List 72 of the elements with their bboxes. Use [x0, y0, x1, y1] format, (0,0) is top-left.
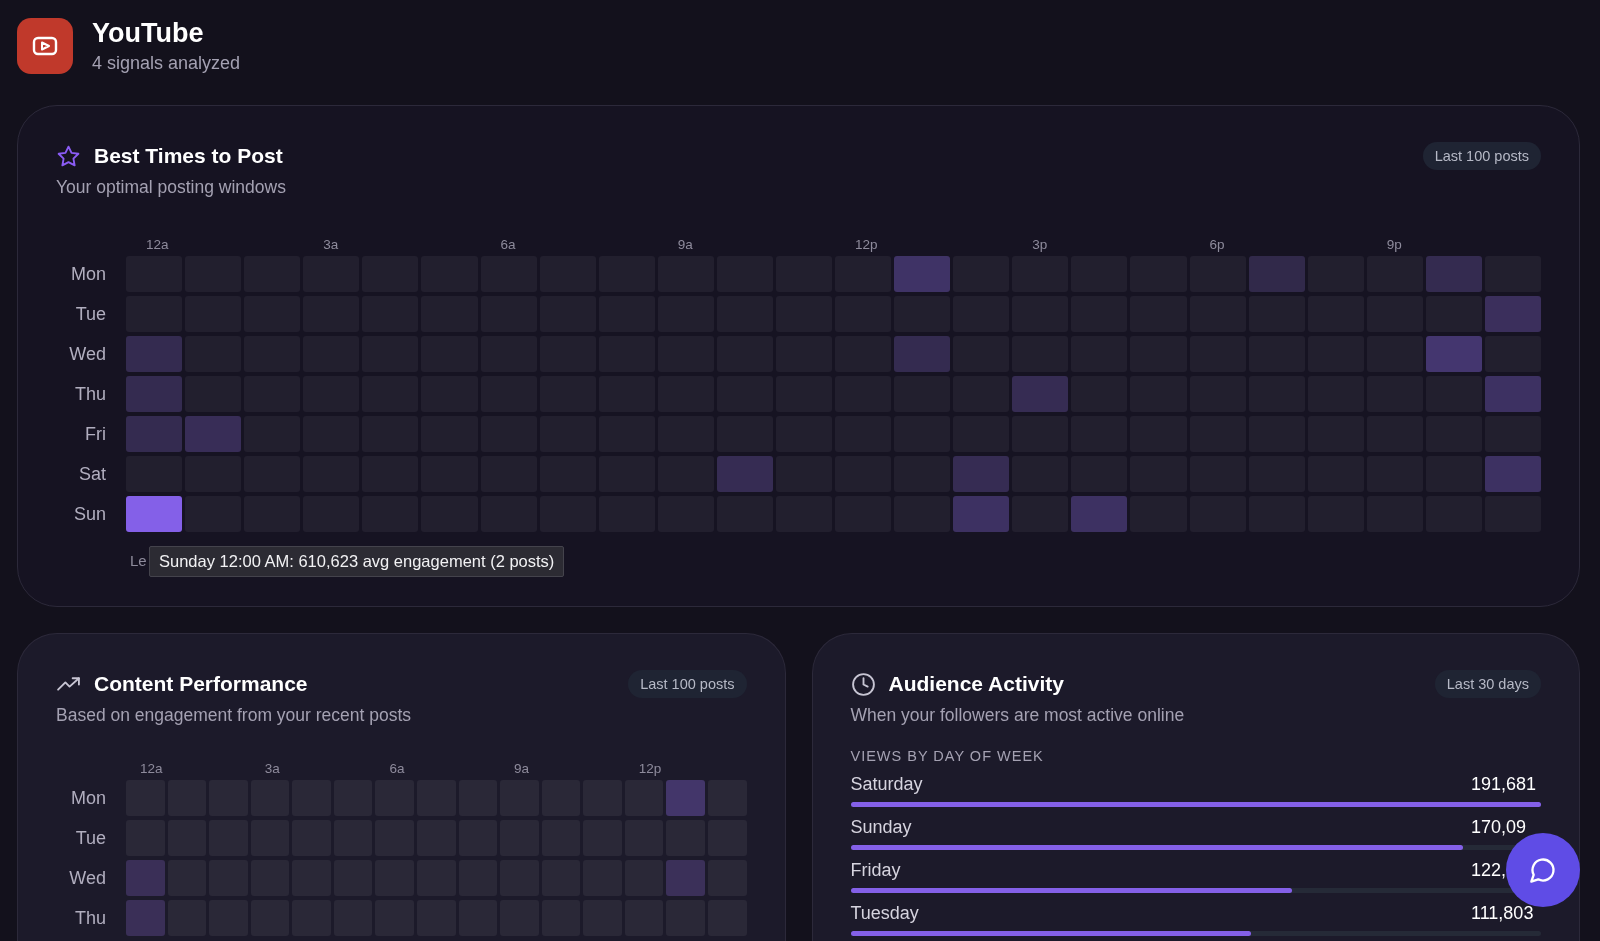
hour-label: 9p	[1385, 237, 1403, 252]
section-label: VIEWS BY DAY OF WEEK	[850, 748, 1045, 764]
card-subtitle: Based on engagement from your recent posts	[56, 705, 413, 726]
hour-label: 3p	[1031, 237, 1049, 252]
period-badge: Last 100 posts	[1422, 142, 1541, 170]
day-name: Sunday	[850, 817, 912, 838]
heatmap-cell[interactable]	[666, 780, 705, 816]
day-name: Friday	[850, 860, 901, 881]
heatmap-cell[interactable]	[126, 860, 165, 896]
clock-icon	[850, 671, 876, 697]
hour-label: 6a	[499, 237, 517, 252]
card-title: Audience Activity	[888, 672, 1064, 696]
day-label: Wed	[68, 343, 107, 365]
legend-text: Le	[130, 552, 147, 569]
view-count: 170,09	[1471, 817, 1528, 838]
hour-label: 6a	[388, 761, 406, 776]
hour-label: 12a	[139, 761, 164, 776]
day-label: Tue	[74, 827, 107, 849]
heatmap-cell[interactable]	[126, 416, 183, 452]
heatmap-cell[interactable]	[1071, 496, 1128, 532]
heatmap-cell[interactable]	[1425, 336, 1482, 372]
day-label: Sat	[78, 463, 107, 485]
heatmap-cell[interactable]	[894, 336, 951, 372]
heatmap-cell[interactable]	[716, 456, 773, 492]
day-label: Wed	[68, 867, 107, 889]
heatmap-cell[interactable]	[185, 416, 242, 452]
star-icon	[56, 143, 81, 169]
heatmap-cell[interactable]	[953, 456, 1010, 492]
heatmap-cell[interactable]	[666, 860, 705, 896]
hour-label: 12p	[637, 761, 663, 776]
heatmap-cell[interactable]	[1484, 296, 1541, 332]
heatmap-cell[interactable]	[1484, 376, 1541, 412]
card-subtitle: Your optimal posting windows	[56, 177, 287, 198]
heatmap-cell[interactable]	[1248, 256, 1305, 292]
hour-label: 9a	[513, 761, 531, 776]
day-label: Tue	[74, 303, 107, 325]
card-subtitle: When your followers are most active online	[850, 705, 1186, 726]
hour-label: 3a	[322, 237, 340, 252]
day-label: Fri	[84, 423, 107, 445]
platform-title: YouTube	[92, 17, 205, 49]
heatmap-cell[interactable]	[126, 336, 183, 372]
view-count: 191,681	[1471, 774, 1538, 795]
day-label: Mon	[70, 263, 107, 285]
day-label: Sun	[73, 503, 107, 525]
platform-subtitle: 4 signals analyzed	[92, 52, 241, 75]
day-name: Saturday	[850, 774, 923, 795]
day-name: Tuesday	[850, 903, 919, 924]
tooltip: Sunday 12:00 AM: 610,623 avg engagement (2 posts)	[149, 546, 565, 577]
period-badge: Last 100 posts	[628, 670, 747, 698]
view-count: 111,803	[1471, 903, 1535, 924]
heatmap-cell[interactable]	[894, 256, 951, 292]
hour-label: 3a	[263, 761, 281, 776]
period-badge: Last 30 days	[1434, 670, 1541, 698]
heatmap-cell[interactable]	[126, 900, 165, 936]
day-label: Mon	[70, 787, 107, 809]
heatmap-cell[interactable]	[1425, 256, 1482, 292]
hour-label: 6p	[1208, 237, 1226, 252]
heatmap-cell[interactable]	[1484, 456, 1541, 492]
view-count: 122,	[1471, 860, 1508, 881]
hour-label: 12p	[854, 237, 879, 252]
heatmap-cell[interactable]	[1012, 376, 1069, 412]
day-label: Thu	[74, 383, 107, 405]
heatmap-cell[interactable]	[126, 496, 183, 532]
card-title: Best Times to Post	[94, 144, 283, 168]
heatmap-cell[interactable]	[126, 376, 183, 412]
day-label: Thu	[74, 907, 107, 929]
heatmap-cell[interactable]	[953, 496, 1010, 532]
card-title: Content Performance	[94, 672, 308, 696]
hour-label: 12a	[145, 237, 170, 252]
hour-label: 9a	[676, 237, 694, 252]
video-play-icon	[17, 18, 73, 74]
chat-icon	[1529, 856, 1557, 884]
